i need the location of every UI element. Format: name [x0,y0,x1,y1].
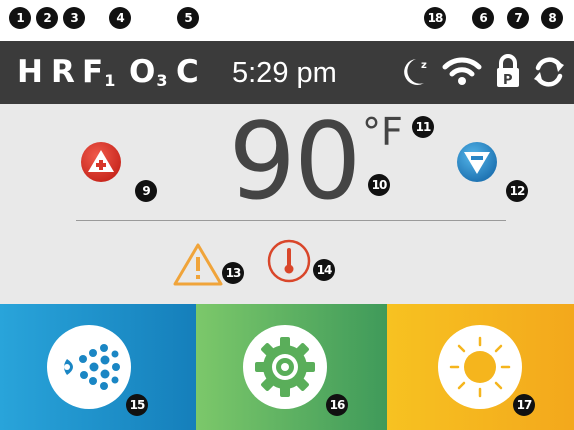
ready-indicator: R [51,54,75,90]
temp-down-button[interactable] [456,141,498,183]
ozone-indicator: O3 [129,52,168,97]
status-bar: H R F1 O3 C 5:29 pm z z P [0,41,574,104]
callout-17: 17 [513,394,535,416]
callout-12: 12 [506,180,528,202]
refresh-icon[interactable] [531,55,567,89]
callout-13: 13 [222,262,244,284]
callout-16: 16 [326,394,348,416]
callout-9: 9 [135,180,157,202]
temp-up-button[interactable] [80,141,122,183]
jets-button[interactable] [47,325,131,409]
svg-text:P: P [503,73,513,88]
jets-icon [64,344,120,390]
callout-7: 7 [507,7,529,29]
callout-4: 4 [109,7,131,29]
callout-11: 11 [412,116,434,138]
light-tile[interactable]: 17 [387,304,574,430]
jets-tile[interactable]: 15 [0,304,196,430]
light-button[interactable] [438,325,522,409]
callout-8: 8 [541,7,563,29]
light-sun-icon [449,336,511,398]
settings-tile[interactable]: 16 [196,304,387,430]
sleep-mode-icon[interactable]: z z [402,55,434,89]
temperature-unit[interactable]: °F [362,110,403,154]
callout-10: 10 [368,174,390,196]
callout-6: 6 [472,7,494,29]
filter-indicator: F1 [82,52,115,97]
wifi-icon[interactable] [442,55,482,87]
callout-5: 5 [177,7,199,29]
current-temperature: 90 [228,100,362,223]
svg-text:z: z [421,60,427,71]
settings-button[interactable] [243,325,327,409]
panel-lock-icon[interactable]: P [495,53,521,89]
callout-14: 14 [313,259,335,281]
warning-icon[interactable] [172,241,224,287]
ozone-number: 3 [156,71,168,90]
callout-1: 1 [9,7,31,29]
filter-letter: F [82,54,104,90]
filter-cycle-number: 1 [104,71,116,90]
callout-2: 2 [36,7,58,29]
thermometer-icon[interactable] [266,238,312,284]
settings-gear-icon [255,337,315,397]
clock-time[interactable]: 5:29 pm [232,55,337,91]
callout-3: 3 [63,7,85,29]
cleanup-indicator: C [176,54,199,90]
heater-indicator: H [17,54,43,90]
callout-18: 18 [424,7,446,29]
callout-15: 15 [126,394,148,416]
temperature-divider [76,220,506,221]
ozone-letter: O [129,54,156,90]
